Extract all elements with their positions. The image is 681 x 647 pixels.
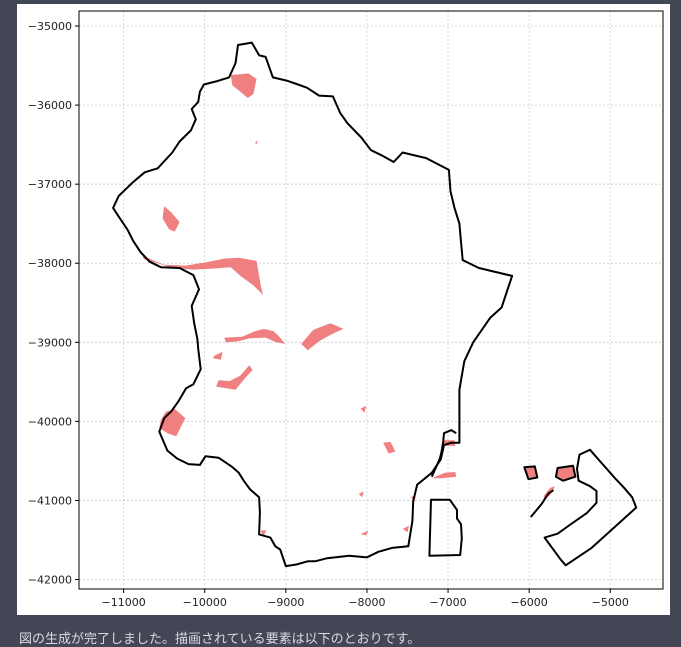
- highlighted-areas: [140, 73, 575, 537]
- y-tick-label: −40000: [28, 415, 72, 428]
- y-tick-label: −37000: [28, 178, 72, 191]
- highlight-area-dot-2: [360, 405, 367, 413]
- y-tick-label: −42000: [28, 574, 72, 587]
- map-plot: −11000 −10000 −9000 −8000 −7000 −6000 −5000 −35…: [28, 10, 664, 609]
- axes-frame: [78, 10, 664, 590]
- outline-pier-west: [430, 429, 457, 478]
- highlight-area-left-patch: [162, 206, 180, 232]
- outline-east-annex: [428, 498, 463, 557]
- highlight-area-east-patch-1: [383, 441, 396, 454]
- plot-panel: −11000 −10000 −9000 −8000 −7000 −6000 −5000 −35…: [17, 4, 670, 615]
- y-tick-label: −36000: [28, 99, 72, 112]
- x-tick-label: −5000: [592, 596, 629, 609]
- highlight-area-south-mark-1: [358, 491, 364, 498]
- highlight-area-lower-middle-patch: [216, 365, 253, 390]
- y-tick-label: −39000: [28, 336, 72, 349]
- y-tick-label: −35000: [28, 20, 72, 33]
- highlight-area-dot-1: [255, 140, 258, 145]
- x-tick-label: −11000: [102, 596, 146, 609]
- highlight-area-east-annex-top: [431, 472, 457, 479]
- highlight-area-central-band: [140, 250, 264, 295]
- highlight-area-south-mark-5: [402, 525, 410, 533]
- grid-lines: [79, 11, 663, 589]
- y-tick-label: −38000: [28, 257, 72, 270]
- x-tick-label: −8000: [348, 596, 385, 609]
- axis-ticks: −11000 −10000 −9000 −8000 −7000 −6000 −5000 −35…: [28, 20, 629, 609]
- highlight-area-mid-east-patch: [301, 323, 344, 351]
- highlight-area-north-patch: [230, 73, 257, 98]
- outline-main: [112, 41, 514, 568]
- y-tick-label: −41000: [28, 494, 72, 507]
- highlight-area-small-west-mark: [212, 351, 223, 360]
- boundary-outlines: [112, 41, 638, 568]
- x-tick-label: −6000: [511, 596, 548, 609]
- x-tick-label: −7000: [429, 596, 466, 609]
- highlight-area-south-mark-4: [360, 530, 369, 536]
- caption-text: 図の生成が完了しました。描画されている要素は以下のとおりです。: [19, 632, 421, 647]
- x-tick-label: −9000: [267, 596, 304, 609]
- x-tick-label: −10000: [183, 596, 227, 609]
- highlight-area-center-patch: [224, 328, 285, 344]
